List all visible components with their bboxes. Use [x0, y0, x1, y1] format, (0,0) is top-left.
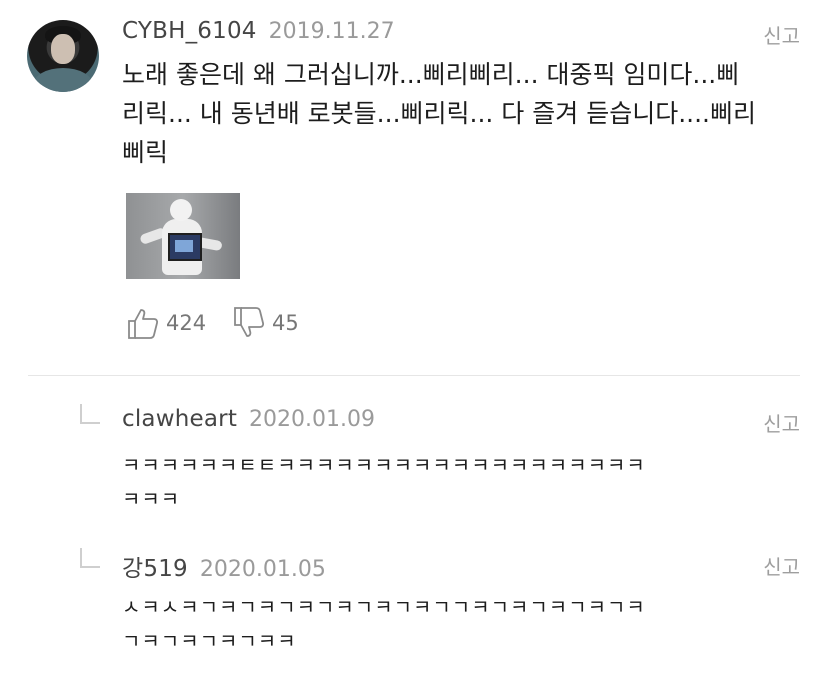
- reply-date: 2020.01.09: [249, 407, 376, 432]
- reply-line: ㅅㅋㅅㅋㄱㅋㄱㅋㄱㅋㄱㅋㄱㅋㄱㅋㄱㄱㅋㄱㅋㄱㅋㄱㅋㄱㅋ: [122, 595, 646, 619]
- report-button[interactable]: 신고: [763, 20, 800, 49]
- author-name[interactable]: CYBH_6104: [122, 18, 257, 44]
- reply-line: ㅋㅋㅋ: [122, 487, 181, 511]
- attached-image-thumbnail[interactable]: [126, 193, 240, 279]
- reply-indent-icon: [80, 548, 100, 568]
- comment-line: 삐릭: [122, 138, 169, 167]
- like-button[interactable]: 424: [126, 306, 206, 340]
- reply-line: ㅋㅋㅋㅋㅋㅋㅌㅌㅋㅋㅋㅋㅋㅋㅋㅋㅋㅋㅋㅋㅋㅋㅋㅋㅋㅋㅋ: [122, 453, 646, 477]
- author-name[interactable]: clawheart: [122, 406, 237, 432]
- reply-meta: 강519 2020.01.05: [122, 549, 326, 583]
- thumbs-down-icon: [232, 306, 266, 340]
- reply-text: ㅅㅋㅅㅋㄱㅋㄱㅋㄱㅋㄱㅋㄱㅋㄱㅋㄱㄱㅋㄱㅋㄱㅋㄱㅋㄱㅋ ㄱㅋㄱㅋㄱㅋㄱㅋㅋ: [122, 590, 646, 658]
- thumbs-up-icon: [126, 306, 160, 340]
- comment-line: 노래 좋은데 왜 그러십니까...삐리삐리... 대중픽 임미다...삐: [122, 60, 740, 89]
- report-button[interactable]: 신고: [763, 551, 800, 580]
- reply-line: ㄱㅋㄱㅋㄱㅋㄱㅋㅋ: [122, 629, 297, 653]
- dislike-button[interactable]: 45: [232, 306, 299, 340]
- like-count: 424: [166, 311, 207, 335]
- reply-date: 2020.01.05: [199, 557, 326, 582]
- avatar[interactable]: [27, 20, 99, 92]
- comment-meta: CYBH_6104 2019.11.27: [122, 18, 395, 44]
- reply-indent-icon: [80, 404, 100, 424]
- divider: [28, 375, 800, 376]
- reply-text: ㅋㅋㅋㅋㅋㅋㅌㅌㅋㅋㅋㅋㅋㅋㅋㅋㅋㅋㅋㅋㅋㅋㅋㅋㅋㅋㅋ ㅋㅋㅋ: [122, 448, 646, 516]
- avatar-body: [33, 68, 93, 92]
- robot-head: [170, 199, 192, 221]
- dislike-count: 45: [272, 311, 299, 335]
- robot-tablet: [168, 233, 202, 261]
- comment-date: 2019.11.27: [268, 19, 395, 44]
- avatar-face: [51, 34, 75, 64]
- comment-line: 리릭... 내 동년배 로봇들...삐리릭... 다 즐겨 듣습니다....삐리: [122, 99, 756, 128]
- comment-text: 노래 좋은데 왜 그러십니까...삐리삐리... 대중픽 임미다...삐 리릭.…: [122, 55, 756, 172]
- report-button[interactable]: 신고: [763, 408, 800, 437]
- author-name[interactable]: 강519: [122, 549, 188, 583]
- reply-meta: clawheart 2020.01.09: [122, 406, 375, 432]
